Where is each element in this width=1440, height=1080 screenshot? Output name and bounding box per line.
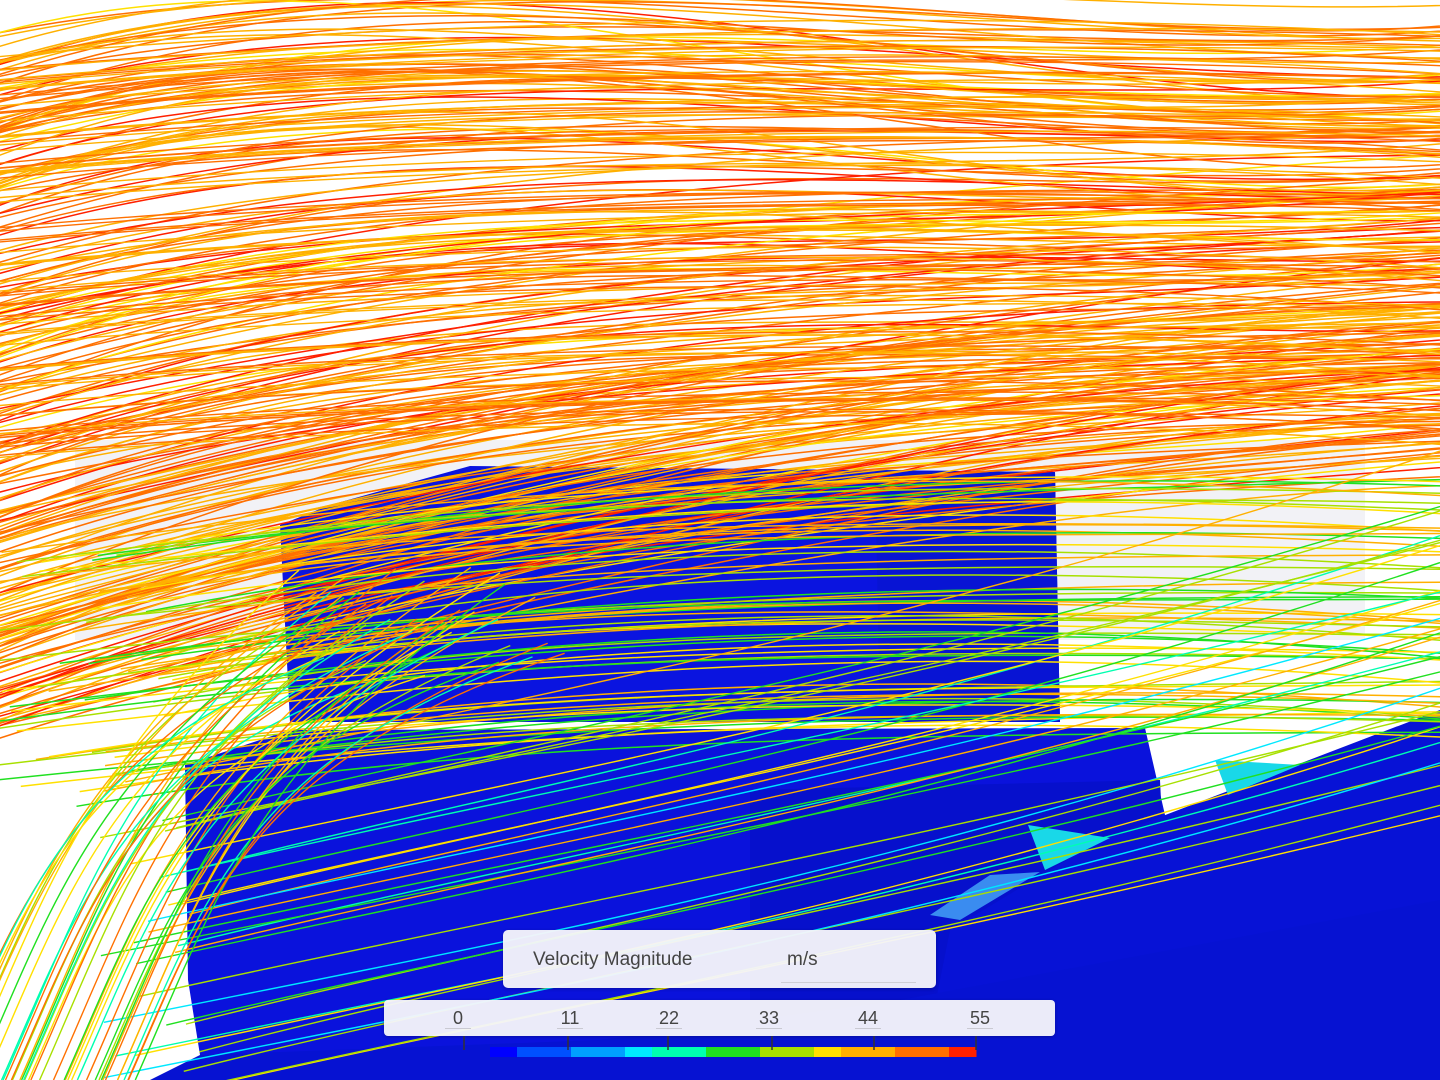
legend-tick-underline (855, 1028, 881, 1029)
colorbar-segment (652, 1047, 680, 1057)
legend-tick-underline (557, 1028, 583, 1029)
colorbar-segment (733, 1047, 761, 1057)
colorbar-segment (598, 1047, 626, 1057)
colorbar-segment (625, 1047, 653, 1057)
legend-title-panel: Velocity Magnitude m/s (503, 930, 936, 988)
legend-tick-underline (967, 1028, 993, 1029)
legend-tick-label: 22 (658, 1008, 680, 1028)
colorbar-segment (841, 1047, 869, 1057)
colorbar-segment (895, 1047, 923, 1057)
legend-tick-label: 11 (560, 1008, 580, 1028)
colorbar-segment (949, 1047, 977, 1057)
legend-unit-field[interactable]: m/s (781, 942, 916, 983)
colorbar-segment (787, 1047, 815, 1057)
legend-tick-underline (445, 1028, 471, 1029)
legend-tick-label: 55 (969, 1008, 991, 1028)
legend-tick-label: 44 (857, 1008, 879, 1028)
legend-title: Velocity Magnitude (533, 949, 693, 970)
colorbar-segment (868, 1047, 896, 1057)
legend-tick-label: 33 (758, 1008, 780, 1028)
colorbar-segment (706, 1047, 734, 1057)
3d-viewport[interactable]: Velocity Magnitude m/s 0 11 22 33 44 55 (0, 0, 1440, 1080)
legend-tick-underline (656, 1028, 682, 1029)
colorbar-segment (760, 1047, 788, 1057)
legend-tick-label: 0 (452, 1008, 464, 1028)
legend-colorbar (463, 1036, 977, 1057)
colorbar-segment (490, 1047, 518, 1057)
colorbar-segment (571, 1047, 599, 1057)
legend-unit: m/s (787, 949, 818, 970)
colorbar-segment (679, 1047, 707, 1057)
legend-tick-underline (756, 1028, 782, 1029)
colorbar-segment (517, 1047, 545, 1057)
streamline-scene[interactable] (0, 0, 1440, 1080)
colorbar-segment (922, 1047, 950, 1057)
colorbar-segment (814, 1047, 842, 1057)
